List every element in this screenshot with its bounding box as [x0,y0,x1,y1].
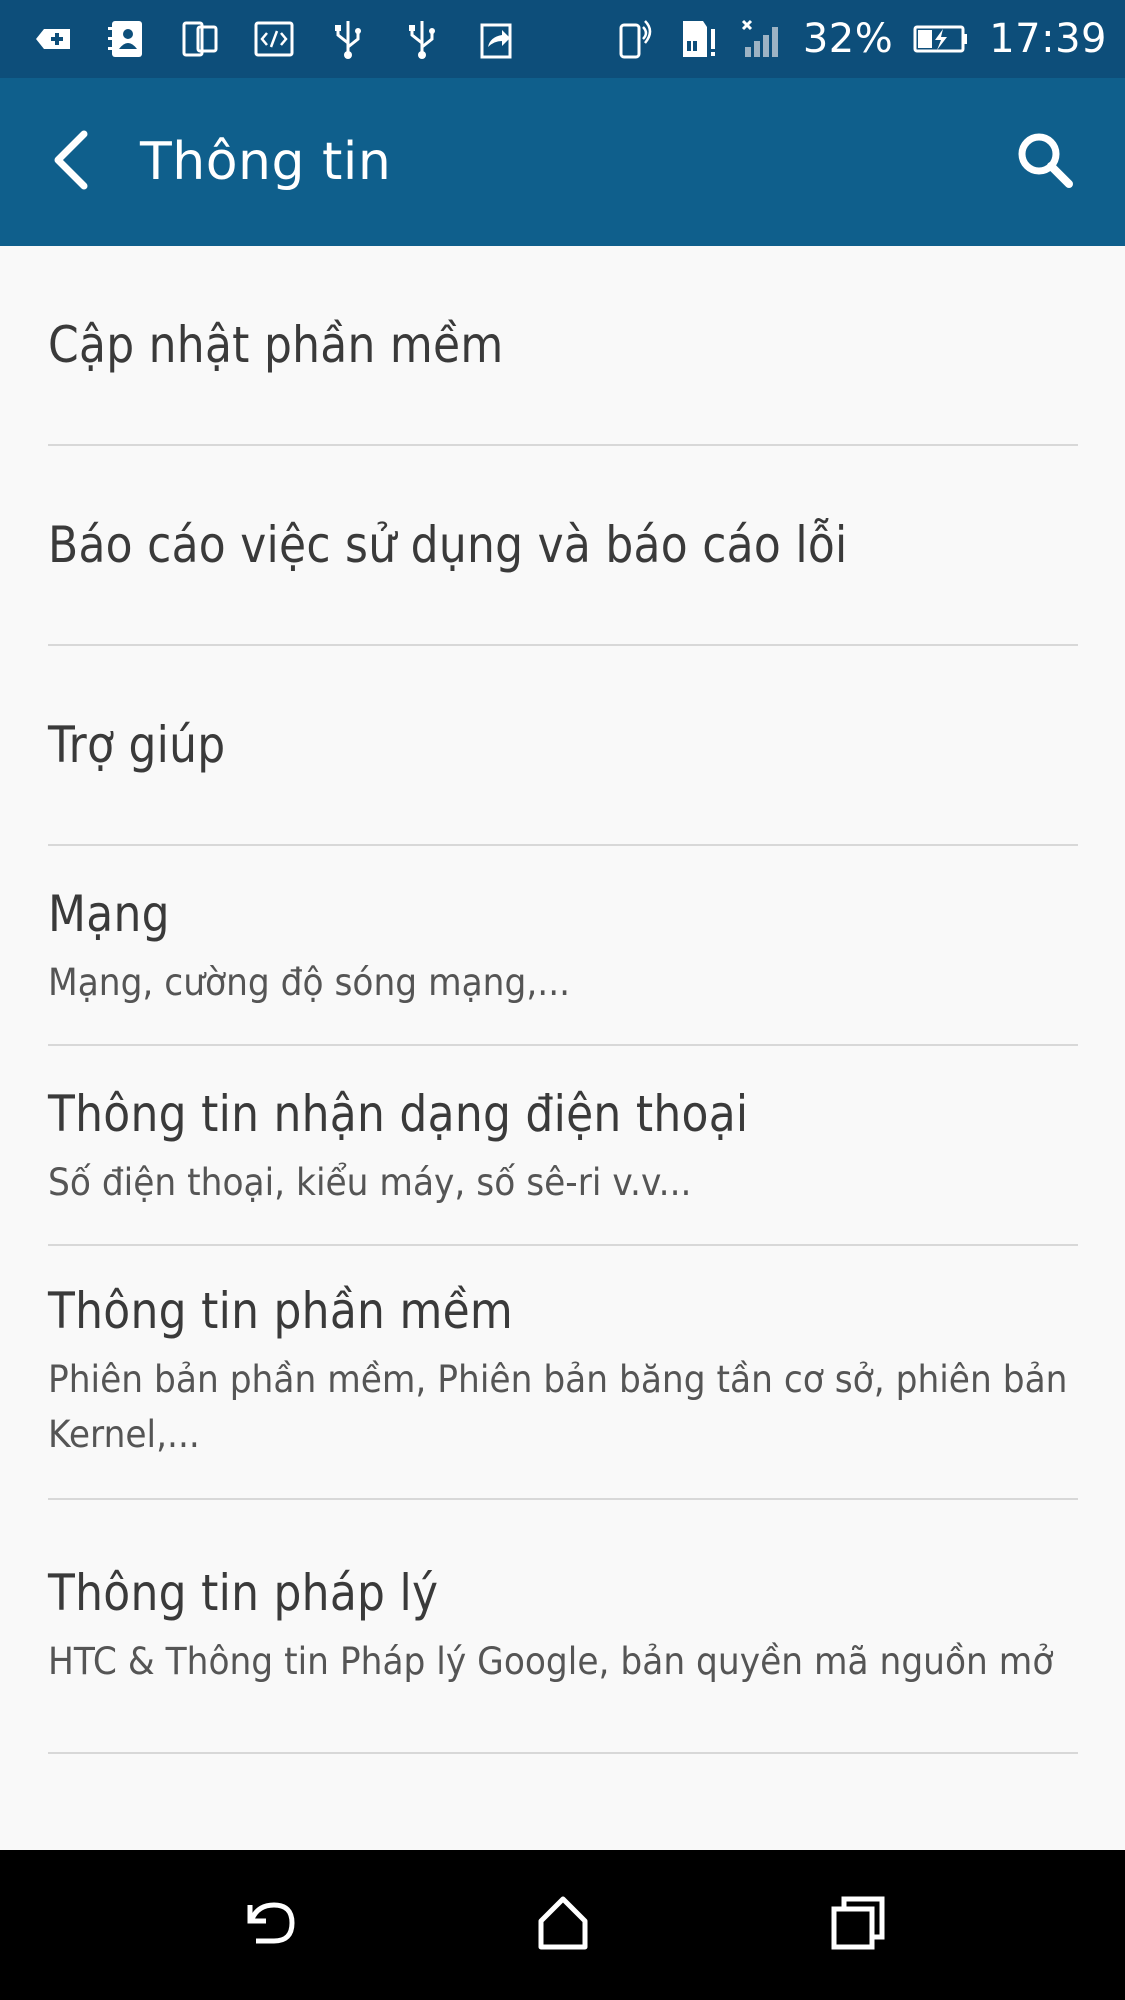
clock: 17:39 [989,16,1107,62]
nav-back-button[interactable] [223,1880,313,1970]
search-icon [1013,128,1077,197]
list-item-title: Mạng [48,884,170,943]
list-item-title: Thông tin nhận dạng điện thoại [48,1084,749,1143]
phone-vibrate-icon [611,17,655,61]
list-item-subtitle: Mạng, cường độ sóng mạng,... [48,960,571,1004]
nav-recents-button[interactable] [813,1880,903,1970]
home-icon [531,1891,595,1960]
status-bar: 32% 17:39 [0,0,1125,78]
contacts-icon [104,17,148,61]
notification-icons [30,17,611,61]
list-item-software-update[interactable]: Cập nhật phần mềm [48,246,1078,446]
dual-screen-icon [178,17,222,61]
page-title: Thông tin [140,132,392,192]
list-item-title: Cập nhật phần mềm [48,316,504,374]
list-item-title: Thông tin phần mềm [48,1282,514,1340]
share-icon [474,17,518,61]
list-item-legal-info[interactable]: Thông tin pháp lý HTC & Thông tin Pháp l… [48,1500,1078,1754]
back-button[interactable] [40,122,100,202]
recent-apps-icon [826,1891,890,1960]
usb-icon [326,17,370,61]
search-button[interactable] [1005,122,1085,202]
list-item-phone-identity[interactable]: Thông tin nhận dạng điện thoại Số điện t… [48,1046,1078,1246]
battery-charging-icon [913,17,969,61]
sd-card-alert-icon [675,17,719,61]
list-item-title: Báo cáo việc sử dụng và báo cáo lỗi [48,516,848,574]
signal-no-sim-icon [739,17,783,61]
plus-box-icon [30,17,74,61]
list-item-subtitle: HTC & Thông tin Pháp lý Google, bản quyề… [48,1639,1054,1683]
list-item-title: Thông tin pháp lý [48,1563,439,1622]
system-status: 32% 17:39 [611,16,1107,62]
battery-percent: 32% [802,16,894,62]
back-arrow-icon [236,1891,300,1960]
code-icon [252,17,296,61]
list-item-network[interactable]: Mạng Mạng, cường độ sóng mạng,... [48,846,1078,1046]
app-bar: Thông tin [0,78,1125,246]
settings-list: Cập nhật phần mềm Báo cáo việc sử dụng v… [48,246,1078,1754]
list-item-help[interactable]: Trợ giúp [48,646,1078,846]
list-item-title: Trợ giúp [48,716,226,774]
list-item-subtitle: Phiên bản phần mềm, Phiên bản băng tần c… [48,1358,1068,1456]
navigation-bar [0,1850,1125,2000]
list-item-subtitle: Số điện thoại, kiểu máy, số sê-ri v.v... [48,1160,692,1204]
list-item-usage-reports[interactable]: Báo cáo việc sử dụng và báo cáo lỗi [48,446,1078,646]
nav-home-button[interactable] [518,1880,608,1970]
chevron-left-icon [48,128,92,197]
usb-icon [400,17,444,61]
list-item-software-info[interactable]: Thông tin phần mềm Phiên bản phần mềm, P… [48,1246,1078,1500]
